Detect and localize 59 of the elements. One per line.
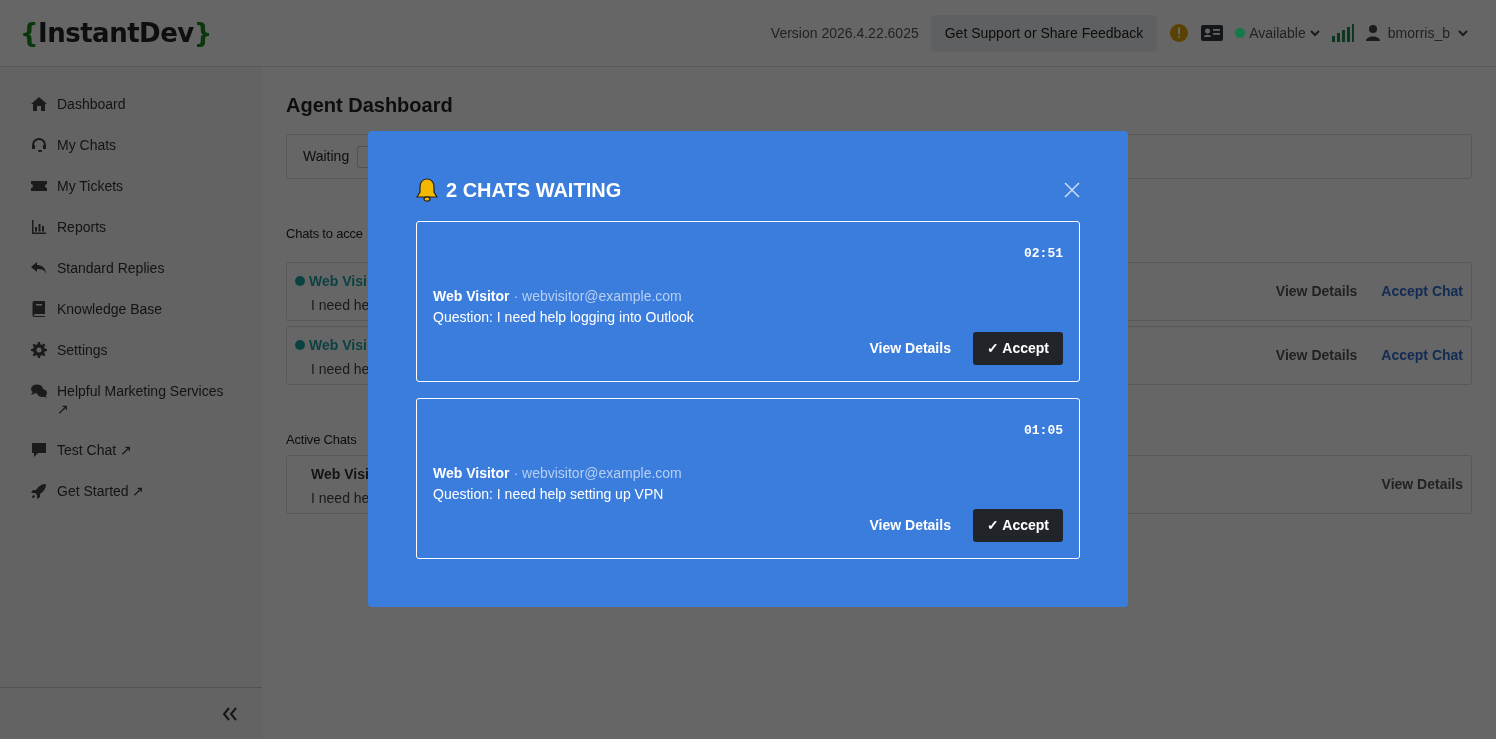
accept-button[interactable]: ✓ Accept bbox=[972, 509, 1063, 542]
section-heading: Active Chats bbox=[286, 430, 357, 449]
book-icon bbox=[31, 301, 47, 317]
visitor-name: Web Visi bbox=[309, 271, 367, 291]
collapse-icon[interactable] bbox=[222, 706, 238, 721]
visitor-email: · webvisitor@example.com bbox=[513, 464, 682, 481]
sidebar-item[interactable]: Get Started ↗ bbox=[0, 482, 262, 500]
warning-icon[interactable] bbox=[1169, 23, 1190, 43]
support-button[interactable]: Get Support or Share Feedback bbox=[930, 14, 1158, 52]
visitor-name: Web Visitor bbox=[433, 287, 510, 304]
logo[interactable]: {InstantDev} bbox=[20, 13, 212, 53]
visitor-name: Web Visi bbox=[309, 335, 367, 355]
chat-bubbles-icon bbox=[31, 383, 47, 399]
visitor-email: · webvisitor@example.com bbox=[513, 287, 682, 304]
user-menu[interactable]: bmorris_b bbox=[1365, 22, 1468, 44]
section-heading: Chats to acce bbox=[286, 225, 363, 243]
view-details-button[interactable]: View Details bbox=[861, 509, 959, 542]
sidebar-item[interactable]: Settings bbox=[0, 341, 262, 359]
visitor-name: Web Visitor bbox=[433, 464, 510, 481]
reply-icon bbox=[31, 260, 47, 276]
timer-text: 02:51 bbox=[1023, 245, 1063, 263]
signal-icon bbox=[1331, 24, 1354, 42]
status-dropdown[interactable]: Available bbox=[1235, 22, 1320, 44]
view-details-link[interactable]: View Details bbox=[1275, 344, 1358, 366]
sidebar-item[interactable]: Test Chat ↗ bbox=[0, 441, 262, 459]
ticket-icon bbox=[31, 178, 47, 194]
sidebar-item[interactable]: My Chats bbox=[0, 136, 262, 154]
visitor-name: Web Visi bbox=[311, 465, 369, 484]
version-text: Version 2026.4.22.6025 bbox=[770, 23, 919, 43]
sidebar-item[interactable]: Knowledge Base bbox=[0, 300, 262, 318]
accept-button[interactable]: ✓ Accept bbox=[972, 332, 1063, 365]
sidebar-item[interactable]: Reports bbox=[0, 218, 262, 236]
waiting-label: Waiting bbox=[303, 147, 350, 166]
chat-bubble-icon bbox=[31, 442, 47, 458]
sidebar-item[interactable]: Helpful Marketing Services ↗ bbox=[0, 382, 262, 418]
headset-icon bbox=[31, 137, 47, 153]
home-icon bbox=[31, 96, 47, 112]
sidebar-item[interactable]: Standard Replies bbox=[0, 259, 262, 277]
question-text: Question: I need help setting up VPN bbox=[433, 484, 665, 504]
timer-text: 01:05 bbox=[1023, 422, 1063, 440]
view-details-link[interactable]: View Details bbox=[1381, 474, 1463, 495]
caret-icon bbox=[1458, 29, 1468, 37]
bar-chart-icon bbox=[31, 219, 47, 235]
view-details-link[interactable]: View Details bbox=[1275, 280, 1358, 302]
user-icon bbox=[1365, 25, 1380, 41]
accept-chat-link[interactable]: Accept Chat bbox=[1381, 280, 1463, 302]
bell-icon bbox=[416, 178, 438, 202]
sidebar-item[interactable]: Dashboard bbox=[0, 95, 262, 113]
sidebar-item[interactable]: My Tickets bbox=[0, 177, 262, 195]
rocket-icon bbox=[31, 483, 47, 499]
question-text: Question: I need help logging into Outlook bbox=[433, 307, 695, 327]
settings-icon bbox=[31, 342, 47, 358]
accept-chat-link[interactable]: Accept Chat bbox=[1381, 344, 1463, 366]
id-card-icon[interactable] bbox=[1201, 24, 1224, 42]
caret-icon bbox=[1309, 29, 1320, 37]
modal-title: 2 CHATS WAITING bbox=[446, 178, 622, 203]
page-title: Agent Dashboard bbox=[286, 93, 454, 117]
view-details-button[interactable]: View Details bbox=[861, 332, 959, 365]
close-button[interactable] bbox=[1064, 182, 1080, 198]
